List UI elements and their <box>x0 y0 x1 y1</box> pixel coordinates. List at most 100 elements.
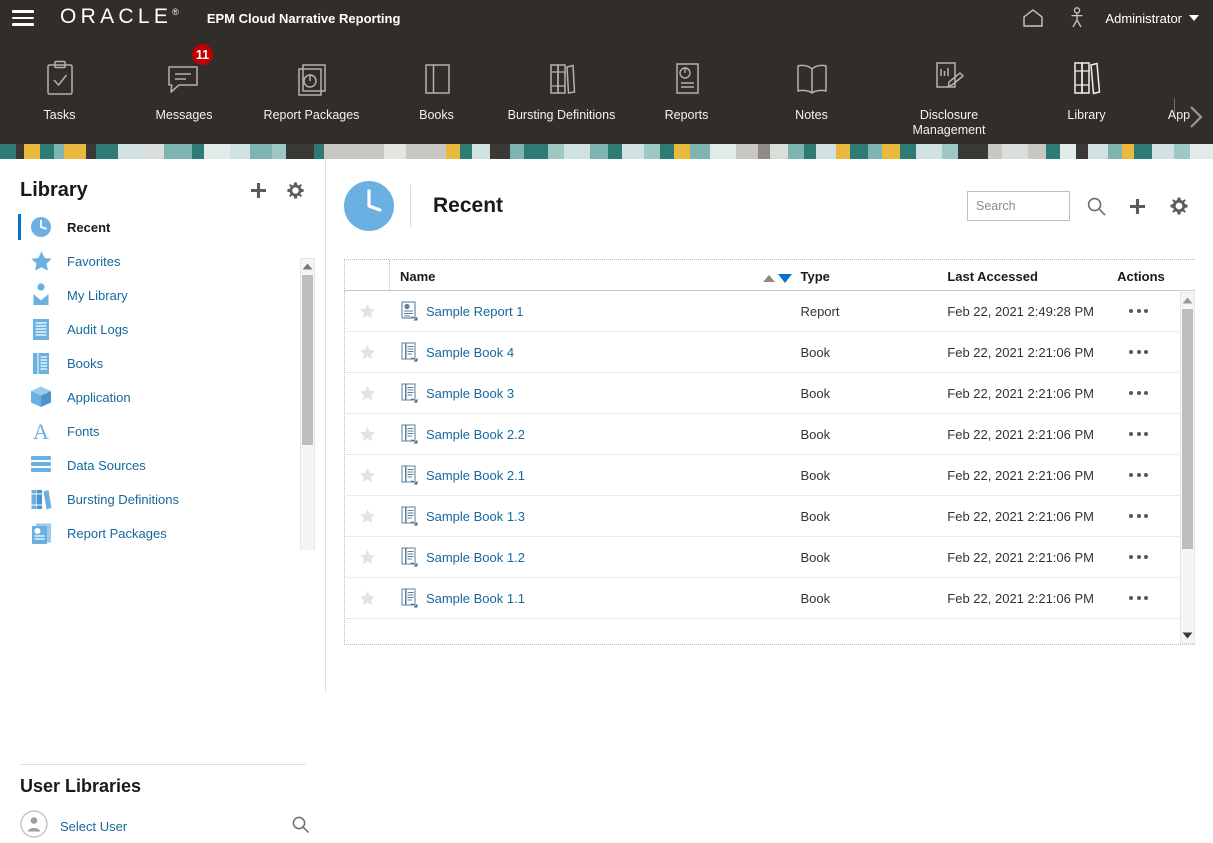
library-nav-list: Recent Favorites My Library Audit Logs B… <box>0 210 325 550</box>
item-name-link[interactable]: Sample Book 2.2 <box>426 427 525 442</box>
favorite-star-icon[interactable] <box>345 508 390 524</box>
ellipsis-icon[interactable] <box>1129 309 1149 313</box>
ellipsis-icon[interactable] <box>1129 350 1149 354</box>
scroll-down-arrow[interactable] <box>1181 628 1194 643</box>
gear-icon[interactable] <box>286 181 305 200</box>
table-scrollbar[interactable] <box>1180 292 1195 644</box>
item-name-link[interactable]: Sample Report 1 <box>426 304 524 319</box>
audit-logs-icon <box>28 316 54 342</box>
table-row[interactable]: Sample Book 2.2 Book Feb 22, 2021 2:21:0… <box>345 414 1195 455</box>
favorite-star-icon[interactable] <box>345 549 390 565</box>
nav-item-disclosure-management[interactable]: Disclosure Management <box>874 36 1024 138</box>
favorite-star-icon[interactable] <box>345 303 390 319</box>
table-row[interactable]: Sample Book 2.1 Book Feb 22, 2021 2:21:0… <box>345 455 1195 496</box>
sort-ascending-icon[interactable] <box>763 275 776 282</box>
ellipsis-icon[interactable] <box>1129 391 1149 395</box>
sidebar-divider <box>20 764 306 765</box>
item-name-link[interactable]: Sample Book 4 <box>426 345 514 360</box>
plus-icon[interactable] <box>1123 191 1152 221</box>
sidebar-item-label: Recent <box>67 219 111 235</box>
column-header-last-accessed[interactable]: Last Accessed <box>947 269 1117 290</box>
item-name-link[interactable]: Sample Book 1.1 <box>426 591 525 606</box>
page-title: Recent <box>433 194 504 217</box>
plus-icon[interactable] <box>249 181 268 200</box>
item-name-link[interactable]: Sample Book 1.2 <box>426 550 525 565</box>
scroll-up-arrow[interactable] <box>1181 293 1194 308</box>
sidebar-item-label: Report Packages <box>67 525 167 541</box>
item-name-link[interactable]: Sample Book 3 <box>426 386 514 401</box>
column-header-name[interactable]: Name <box>390 269 793 290</box>
sidebar-item-fonts[interactable]: A Fonts <box>0 414 295 448</box>
item-name-cell: Sample Report 1 <box>390 300 793 322</box>
favorite-star-icon[interactable] <box>345 344 390 360</box>
search-input[interactable] <box>967 191 1070 221</box>
scroll-up-arrow[interactable] <box>301 259 314 274</box>
nav-item-label: Report Packages <box>263 108 360 122</box>
favorite-star-icon[interactable] <box>345 467 390 483</box>
item-name-link[interactable]: Sample Book 2.1 <box>426 468 525 483</box>
item-name-link[interactable]: Sample Book 1.3 <box>426 509 525 524</box>
nav-item-notes[interactable]: Notes <box>749 36 874 123</box>
sidebar-item-recent[interactable]: Recent <box>0 210 295 244</box>
column-header-type[interactable]: Type <box>792 269 947 290</box>
ellipsis-icon[interactable] <box>1129 555 1149 559</box>
nav-item-tasks[interactable]: Tasks <box>0 36 119 123</box>
select-user-label[interactable]: Select User <box>60 819 127 834</box>
favorite-star-icon[interactable] <box>345 385 390 401</box>
ellipsis-icon[interactable] <box>1129 473 1149 477</box>
sidebar-item-audit-logs[interactable]: Audit Logs <box>0 312 295 346</box>
nav-item-messages[interactable]: 11 Messages <box>119 36 249 123</box>
nav-item-bursting-definitions[interactable]: Bursting Definitions <box>499 36 624 123</box>
item-name-cell: Sample Book 1.1 <box>390 587 793 609</box>
table-row[interactable]: Sample Book 4 Book Feb 22, 2021 2:21:06 … <box>345 332 1195 373</box>
sidebar-item-label: Fonts <box>67 423 100 439</box>
table-row[interactable]: Sample Book 1.1 Book Feb 22, 2021 2:21:0… <box>345 578 1195 619</box>
sidebar-item-favorites[interactable]: Favorites <box>0 244 295 278</box>
book-icon <box>421 58 453 100</box>
nav-item-library[interactable]: Library <box>1024 36 1149 123</box>
item-last-accessed: Feb 22, 2021 2:21:06 PM <box>947 344 1094 360</box>
scrollbar-thumb[interactable] <box>302 275 313 445</box>
sort-descending-icon[interactable] <box>778 274 793 283</box>
table-row[interactable]: Sample Book 1.3 Book Feb 22, 2021 2:21:0… <box>345 496 1195 537</box>
oracle-logo: ORACLE® <box>60 5 179 29</box>
sidebar-item-books[interactable]: Books <box>0 346 295 380</box>
favorite-star-icon[interactable] <box>345 590 390 606</box>
fonts-icon: A <box>28 418 54 444</box>
book-file-icon <box>400 423 420 445</box>
report-package-icon <box>294 58 330 100</box>
nav-item-books[interactable]: Books <box>374 36 499 123</box>
topbar-actions: Administrator <box>1011 0 1213 36</box>
chevron-right-icon[interactable] <box>1187 104 1205 135</box>
table-row[interactable]: Sample Book 1.2 Book Feb 22, 2021 2:21:0… <box>345 537 1195 578</box>
table-body: Sample Report 1 Report Feb 22, 2021 2:49… <box>344 291 1195 643</box>
ellipsis-icon[interactable] <box>1129 432 1149 436</box>
home-icon[interactable] <box>1011 0 1055 36</box>
sidebar-item-data-sources[interactable]: Data Sources <box>0 448 295 482</box>
table-row[interactable]: Sample Report 1 Report Feb 22, 2021 2:49… <box>345 291 1195 332</box>
sidebar-item-application[interactable]: Application <box>0 380 295 414</box>
search-icon[interactable] <box>1082 191 1111 221</box>
favorite-star-icon[interactable] <box>345 426 390 442</box>
book-file-icon <box>400 382 420 404</box>
item-last-accessed: Feb 22, 2021 2:21:06 PM <box>947 467 1094 483</box>
sidebar-scrollbar[interactable] <box>300 258 315 550</box>
sidebar-item-bursting-definitions[interactable]: Bursting Definitions <box>0 482 295 516</box>
table-row[interactable]: Sample Book 3 Book Feb 22, 2021 2:21:06 … <box>345 373 1195 414</box>
ellipsis-icon[interactable] <box>1129 596 1149 600</box>
search-icon[interactable] <box>291 815 310 839</box>
hamburger-icon[interactable] <box>12 10 48 26</box>
disclosure-management-icon <box>931 58 967 100</box>
scrollbar-thumb[interactable] <box>1182 309 1193 549</box>
gear-icon[interactable] <box>1164 191 1193 221</box>
user-menu[interactable]: Administrator <box>1105 11 1199 26</box>
scroll-down-arrow[interactable] <box>301 547 314 550</box>
sidebar-item-my-library[interactable]: My Library <box>0 278 295 312</box>
item-type: Report <box>800 303 840 319</box>
nav-item-report-packages[interactable]: Report Packages <box>249 36 374 123</box>
sidebar-item-report-packages[interactable]: Report Packages <box>0 516 295 550</box>
accessibility-person-icon[interactable] <box>1055 0 1099 36</box>
ellipsis-icon[interactable] <box>1129 514 1149 518</box>
report-packages-icon <box>28 520 54 546</box>
nav-item-reports[interactable]: Reports <box>624 36 749 123</box>
